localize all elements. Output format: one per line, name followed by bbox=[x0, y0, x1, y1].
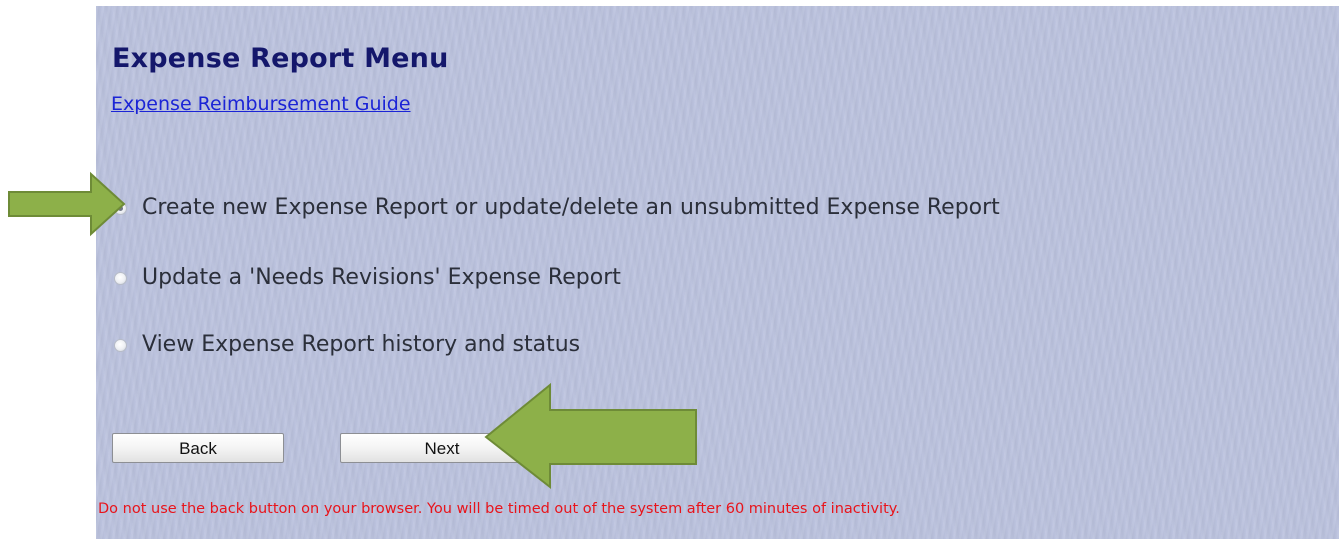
option-update-needs-revisions-label: Update a 'Needs Revisions' Expense Repor… bbox=[142, 265, 621, 290]
timeout-warning-text: Do not use the back button on your brows… bbox=[98, 501, 900, 517]
right-arrow-shape bbox=[8, 171, 126, 237]
right-arrow-icon bbox=[8, 171, 126, 237]
expense-reimbursement-guide-link[interactable]: Expense Reimbursement Guide bbox=[111, 92, 411, 116]
left-arrow-shape bbox=[484, 382, 697, 490]
option-view-history-label: View Expense Report history and status bbox=[142, 332, 581, 357]
page-title: Expense Report Menu bbox=[112, 43, 449, 74]
left-arrow-icon bbox=[484, 382, 697, 490]
radio-update-needs-revisions[interactable] bbox=[114, 271, 127, 285]
option-view-history[interactable]: View Expense Report history and status bbox=[114, 330, 580, 360]
radio-view-history[interactable] bbox=[114, 338, 127, 352]
option-create-new-report[interactable]: Create new Expense Report or update/dele… bbox=[114, 193, 1000, 223]
option-update-needs-revisions[interactable]: Update a 'Needs Revisions' Expense Repor… bbox=[114, 263, 621, 293]
option-create-new-report-label: Create new Expense Report or update/dele… bbox=[142, 195, 1000, 220]
back-button[interactable]: Back bbox=[112, 433, 284, 463]
expense-report-menu-panel: Expense Report Menu Expense Reimbursemen… bbox=[96, 6, 1339, 539]
